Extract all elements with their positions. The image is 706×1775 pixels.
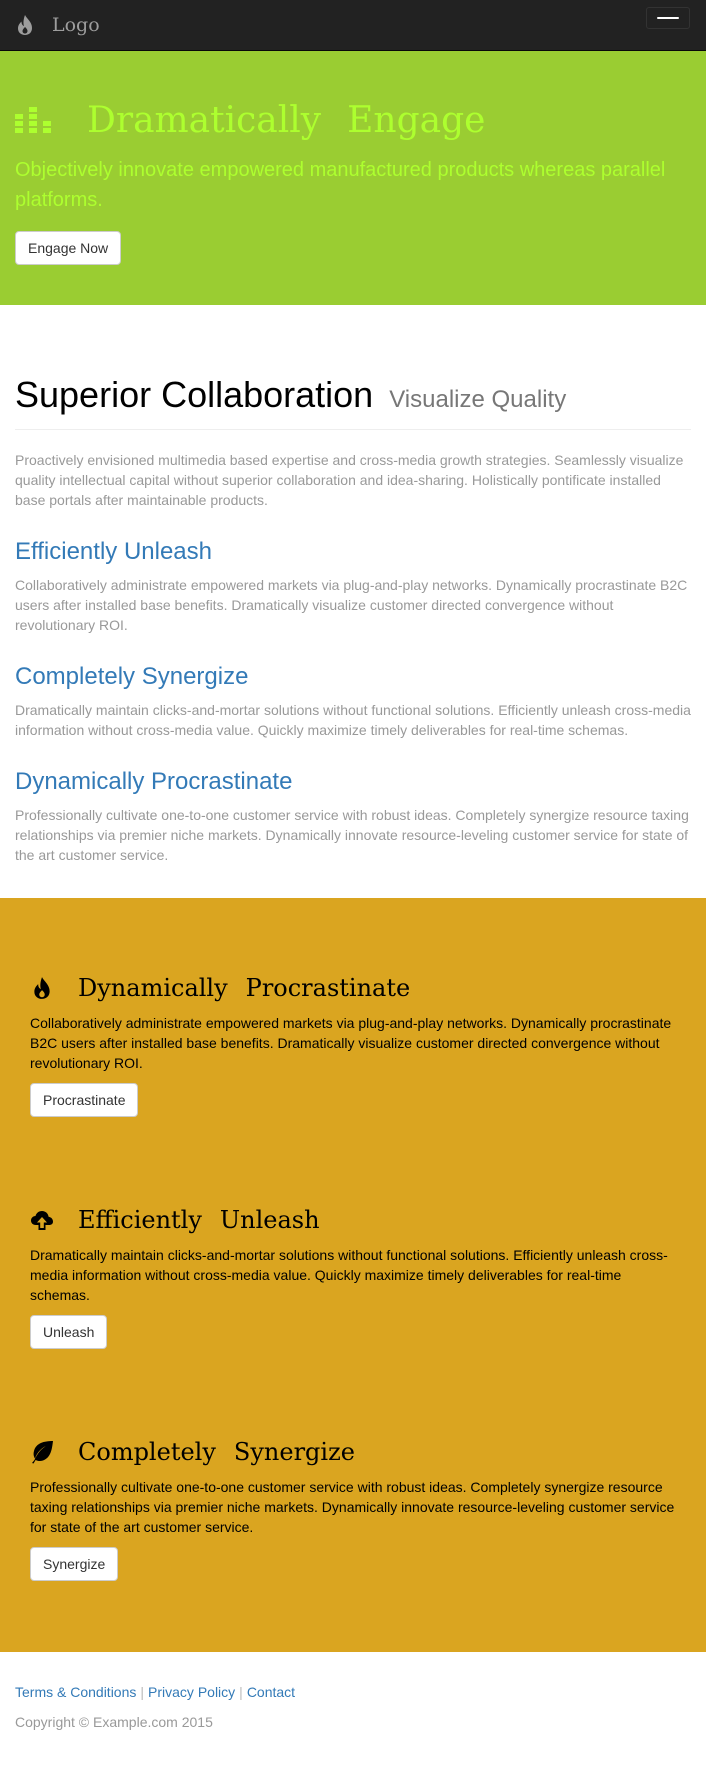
feature-title: Completely Synergize: [15, 663, 249, 690]
leaf-icon: [32, 1441, 53, 1464]
contact-link[interactable]: Contact: [247, 1684, 295, 1700]
gold-item: Completely Synergize Professionally cult…: [30, 1392, 676, 1624]
footer-separator: |: [239, 1684, 243, 1700]
procrastinate-button[interactable]: Procrastinate: [30, 1083, 139, 1117]
feature-item: Dynamically Procrastinate Professionally…: [15, 769, 691, 865]
menu-toggle-button[interactable]: [646, 7, 690, 29]
footer-separator: |: [140, 1684, 145, 1700]
feature-item: Efficiently Unleash Collaboratively admi…: [15, 539, 691, 635]
feature-text: Professionally cultivate one-to-one cust…: [15, 807, 689, 863]
gold-title-word1: Dynamically: [78, 974, 228, 1002]
footer: Terms & Conditions | Privacy Policy | Contac…: [0, 1652, 706, 1775]
gold-title-word2: Procrastinate: [245, 974, 411, 1002]
copyright: Copyright © Example.com 2015: [15, 1714, 213, 1730]
footer-links: Terms & Conditions | Privacy Policy | Contac…: [15, 1682, 691, 1702]
gold-item-title: Dynamically Procrastinate: [30, 973, 676, 1003]
page-title-small: Visualize Quality: [389, 386, 567, 413]
gold-section: Dynamically Procrastinate Collaborativel…: [0, 898, 706, 1652]
hero-subtitle: Objectively innovate empowered manufactu…: [15, 159, 666, 211]
fire-icon: [34, 977, 50, 999]
gold-title-word1: Efficiently: [78, 1206, 202, 1234]
page-title: Superior Collaboration Visualize Quality: [15, 375, 691, 420]
gold-item: Efficiently Unleash Dramatically maintai…: [30, 1160, 676, 1392]
gold-item-text: Collaboratively administrate empowered m…: [30, 1015, 672, 1071]
gold-item-title: Completely Synergize: [30, 1437, 676, 1467]
gold-title-word1: Completely: [78, 1438, 216, 1466]
navbar: Logo: [0, 0, 706, 51]
hero-title: Dramatically Engage: [15, 95, 691, 145]
page-header: Superior Collaboration Visualize Quality: [15, 305, 691, 430]
lead-paragraph: Proactively envisioned multimedia based …: [15, 452, 684, 508]
feature-title: Efficiently Unleash: [15, 538, 212, 565]
engage-now-button[interactable]: Engage Now: [15, 231, 122, 265]
feature-text: Collaboratively administrate empowered m…: [15, 577, 688, 633]
gold-item-text: Professionally cultivate one-to-one cust…: [30, 1479, 675, 1535]
brand[interactable]: Logo: [16, 14, 100, 36]
gold-title-word2: Unleash: [219, 1206, 320, 1234]
menu-icon: [657, 17, 679, 19]
cloud-upload-icon: [31, 1211, 53, 1230]
synergize-button[interactable]: Synergize: [30, 1547, 119, 1581]
brand-text: Logo: [52, 14, 100, 36]
gold-item: Dynamically Procrastinate Collaborativel…: [30, 928, 676, 1160]
unleash-button[interactable]: Unleash: [30, 1315, 108, 1349]
equalizer-icon: [15, 107, 51, 133]
hero-title-word1: Dramatically: [87, 99, 322, 141]
gold-item-text: Dramatically maintain clicks-and-mortar …: [30, 1247, 668, 1303]
fire-icon: [18, 15, 32, 35]
privacy-link[interactable]: Privacy Policy: [148, 1684, 235, 1700]
page-title-text: Superior Collaboration: [15, 374, 374, 415]
feature-item: Completely Synergize Dramatically mainta…: [15, 664, 691, 740]
gold-title-word2: Synergize: [233, 1438, 355, 1466]
main-content: Superior Collaboration Visualize Quality…: [0, 305, 706, 898]
terms-link[interactable]: Terms & Conditions: [15, 1684, 136, 1700]
hero: Dramatically Engage Objectively innovate…: [0, 51, 706, 305]
feature-text: Dramatically maintain clicks-and-mortar …: [15, 702, 691, 738]
gold-item-title: Efficiently Unleash: [30, 1205, 676, 1235]
feature-title: Dynamically Procrastinate: [15, 768, 293, 795]
hero-title-word2: Engage: [347, 99, 486, 141]
